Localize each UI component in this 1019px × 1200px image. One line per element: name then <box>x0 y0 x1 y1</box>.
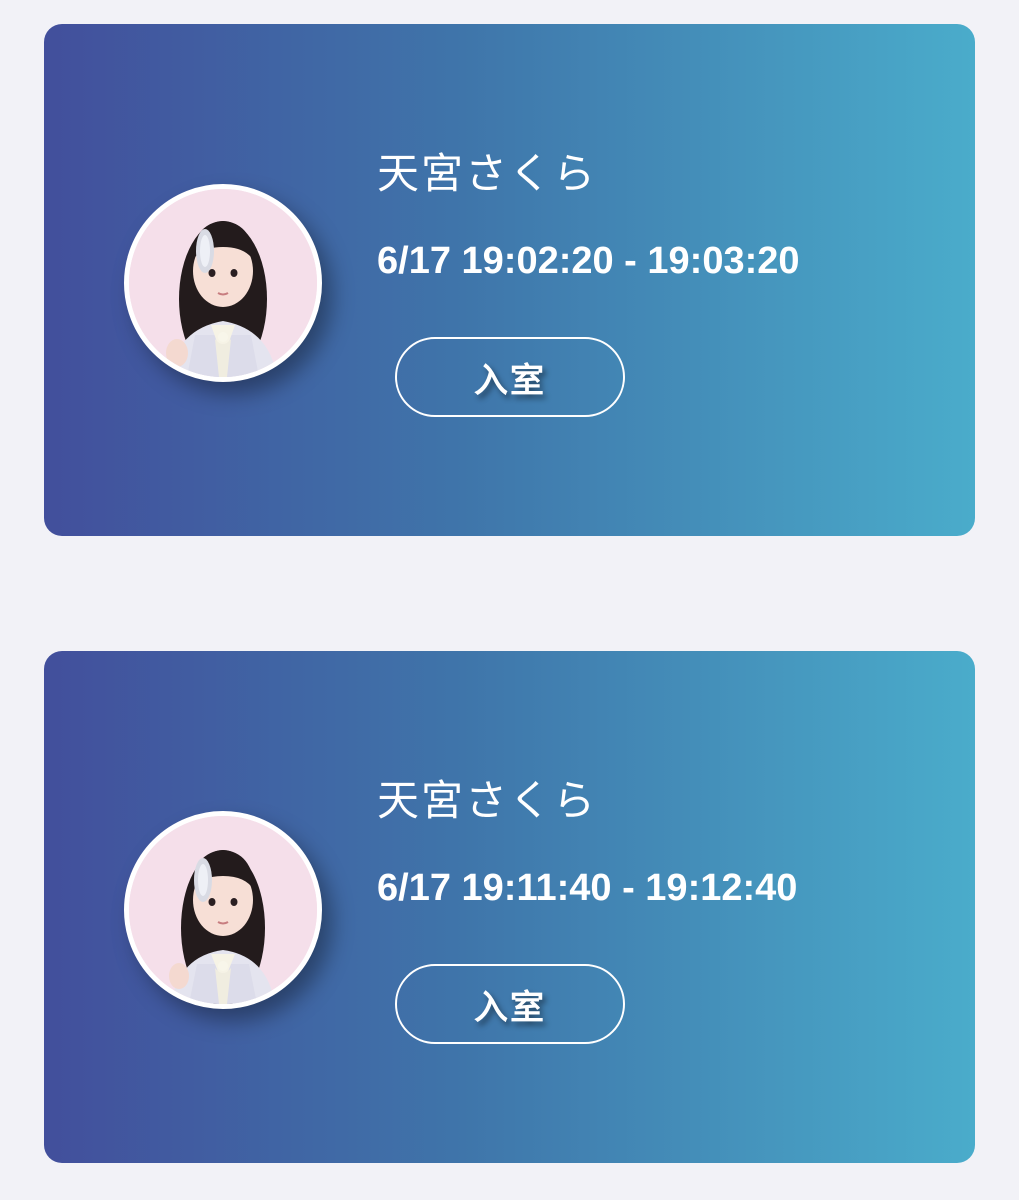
member-name: 天宮さくら <box>377 776 598 825</box>
enter-room-button[interactable]: 入室 <box>395 337 625 417</box>
enter-room-button[interactable]: 入室 <box>395 964 625 1044</box>
avatar-portrait-image <box>129 189 317 377</box>
avatar <box>124 184 322 382</box>
session-card: 天宮さくら 6/17 19:02:20 - 19:03:20 入室 <box>44 24 975 536</box>
session-time-range: 6/17 19:11:40 - 19:12:40 <box>377 867 798 909</box>
member-name: 天宮さくら <box>377 149 598 198</box>
session-time-range: 6/17 19:02:20 - 19:03:20 <box>377 240 800 282</box>
avatar <box>124 811 322 1009</box>
session-card: 天宮さくら 6/17 19:11:40 - 19:12:40 入室 <box>44 651 975 1163</box>
avatar-portrait-image <box>129 816 317 1004</box>
